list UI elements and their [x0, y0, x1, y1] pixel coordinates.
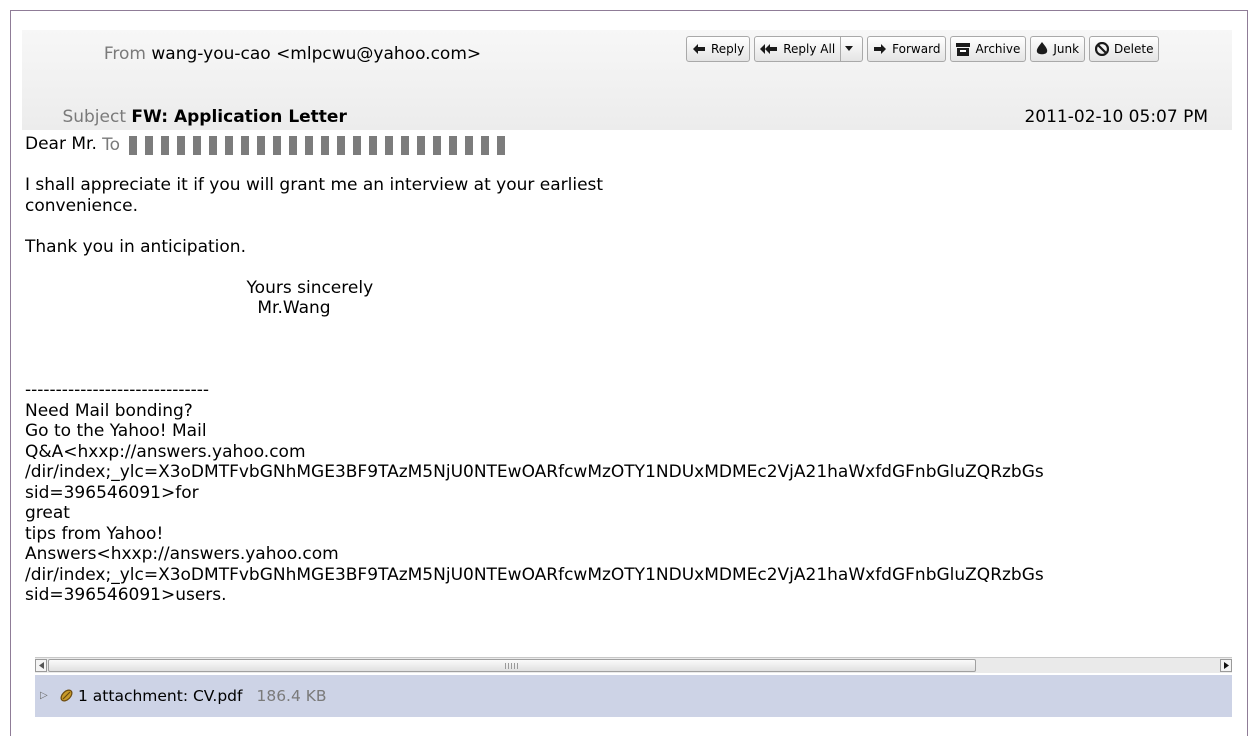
- arrow-right-icon: [1223, 662, 1229, 669]
- scrollbar-thumb[interactable]: [48, 659, 976, 672]
- reply-all-button[interactable]: Reply All: [754, 36, 842, 62]
- forward-label: Forward: [892, 42, 941, 56]
- attachment-name: 1 attachment: CV.pdf: [78, 687, 243, 705]
- attachment-label[interactable]: 1 attachment: CV.pdf 186.4 KB: [78, 675, 327, 717]
- from-value[interactable]: wang-you-cao <mlpcwu@yahoo.com>: [151, 44, 481, 64]
- reply-all-icon: [760, 44, 778, 54]
- junk-button[interactable]: Junk: [1030, 36, 1086, 62]
- archive-button[interactable]: Archive: [950, 36, 1027, 62]
- from-label: From: [103, 44, 146, 64]
- junk-icon: [1037, 42, 1048, 55]
- chevron-down-icon: [845, 46, 854, 51]
- message-toolbar: Reply Reply All Forward Archive Junk Del…: [686, 36, 1160, 62]
- scroll-left-button[interactable]: [35, 659, 47, 672]
- reply-all-group: Reply All: [754, 36, 864, 62]
- archive-label: Archive: [975, 42, 1021, 56]
- delete-icon: [1095, 42, 1110, 56]
- forward-icon: [874, 44, 887, 54]
- attachment-size: 186.4 KB: [256, 687, 327, 705]
- arrow-left-icon: [38, 662, 44, 669]
- attachment-bar[interactable]: ▷ 1 attachment: CV.pdf 186.4 KB: [35, 675, 1232, 717]
- delete-label: Delete: [1114, 42, 1154, 56]
- message-date: 2011-02-10 05:07 PM: [1024, 107, 1208, 127]
- scrollbar-grip: [505, 663, 519, 669]
- subject-row: Subject FW: Application Letter: [22, 105, 347, 129]
- reply-all-label: Reply All: [783, 42, 836, 56]
- forward-button[interactable]: Forward: [867, 36, 947, 62]
- subject-value: FW: Application Letter: [131, 107, 347, 127]
- archive-icon: [956, 42, 971, 56]
- from-row: From wang-you-cao <mlpcwu@yahoo.com>: [22, 42, 481, 66]
- message-body: Dear Mr. I shall appreciate it if you wi…: [25, 134, 1044, 605]
- reply-button[interactable]: Reply: [686, 36, 751, 62]
- reply-icon: [693, 44, 705, 54]
- subject-label: Subject: [62, 107, 126, 127]
- expand-twisty-icon[interactable]: ▷: [40, 675, 48, 717]
- reply-label: Reply: [711, 42, 745, 56]
- junk-label: Junk: [1053, 42, 1080, 56]
- paperclip-icon: [60, 689, 73, 702]
- delete-button[interactable]: Delete: [1089, 36, 1160, 62]
- horizontal-scrollbar[interactable]: [35, 657, 1232, 673]
- scroll-right-button[interactable]: [1220, 659, 1232, 672]
- reply-all-dropdown-button[interactable]: [841, 36, 864, 62]
